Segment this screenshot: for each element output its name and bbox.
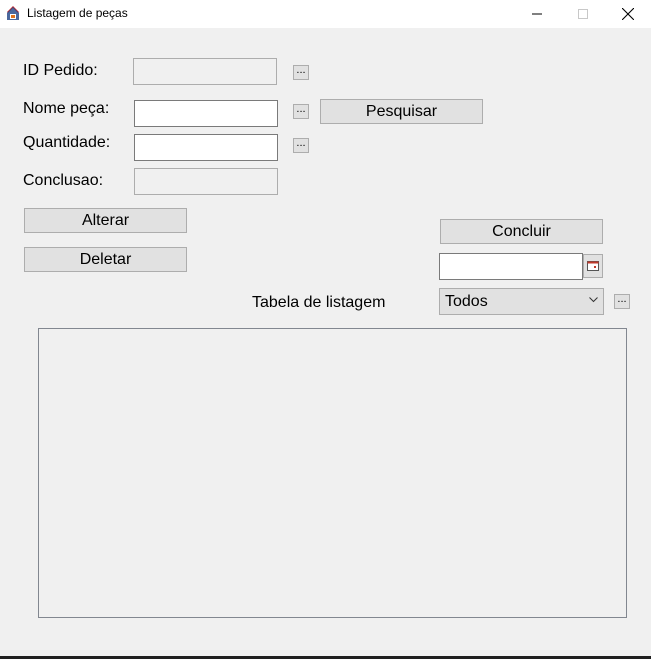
conclusao-label: Conclusao: [23,172,104,189]
minimize-icon [532,13,542,15]
calendar-icon [587,261,599,271]
window-title: Listagem de peças [27,6,128,20]
alterar-button[interactable]: Alterar [24,208,187,233]
close-button[interactable] [605,0,651,28]
concluir-button[interactable]: Concluir [440,219,603,244]
calendar-button[interactable] [583,254,603,278]
nome-peca-field[interactable] [134,100,278,127]
deletar-button[interactable]: Deletar [24,247,187,272]
java-cup-icon [7,6,19,20]
filter-selected-value: Todos [445,292,488,310]
minimize-button[interactable] [514,0,560,28]
filter-select[interactable]: Todos [439,288,604,315]
id-pedido-label: ID Pedido: [23,62,98,79]
id-pedido-browse-button[interactable]: ... [293,65,309,80]
quantidade-label: Quantidade: [23,134,111,151]
quantidade-browse-button[interactable]: ... [293,138,309,153]
close-icon [622,8,634,20]
maximize-icon [578,9,588,19]
chevron-down-icon [589,297,598,303]
filter-browse-button[interactable]: ... [614,294,630,309]
listing-table[interactable] [38,328,627,618]
id-pedido-field [133,58,277,85]
nome-peca-label: Nome peça: [23,100,110,117]
quantidade-field[interactable] [134,134,278,161]
maximize-button[interactable] [560,0,606,28]
nome-peca-browse-button[interactable]: ... [293,104,309,119]
conclusao-field [134,168,278,195]
date-field[interactable] [439,253,583,280]
listing-title: Tabela de listagem [252,294,386,311]
pesquisar-button[interactable]: Pesquisar [320,99,483,124]
title-bar[interactable]: Listagem de peças [0,0,651,28]
